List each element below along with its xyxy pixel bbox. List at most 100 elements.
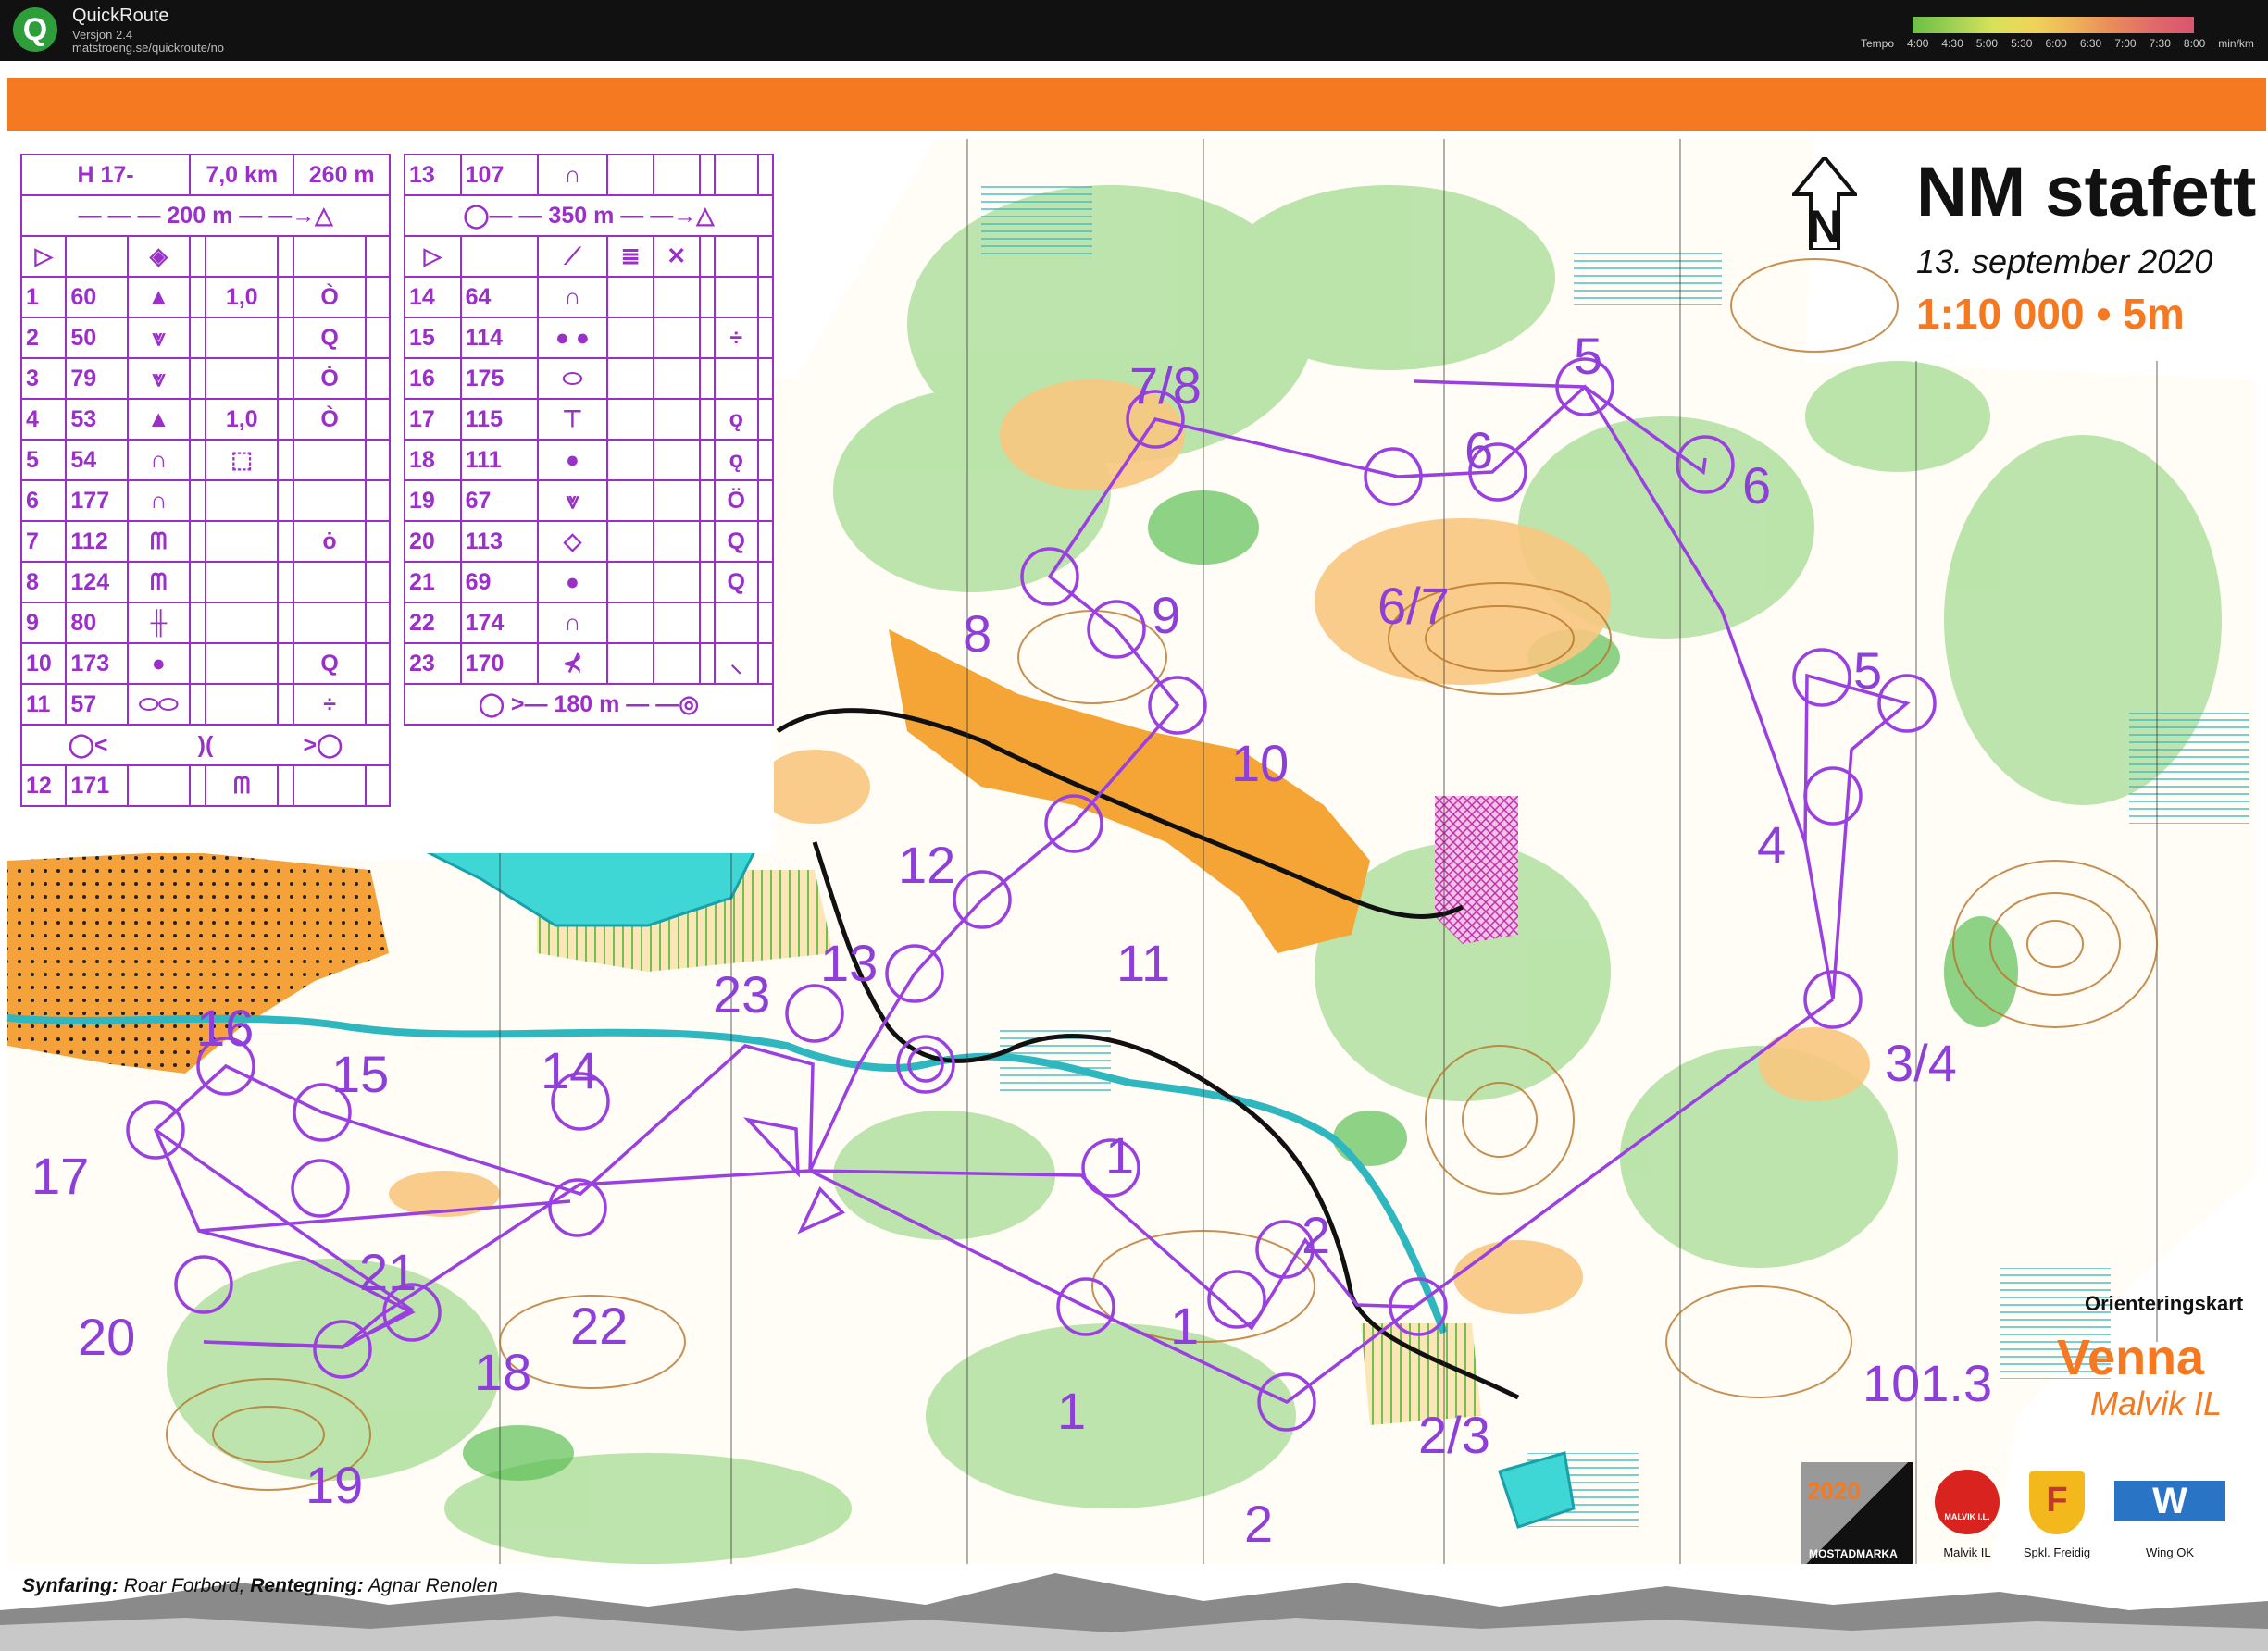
- control-number: 10: [19, 642, 68, 685]
- control-label: 17: [31, 1147, 89, 1205]
- control-label: 3/4: [1885, 1034, 1957, 1092]
- control-feature-icon: ⊤: [536, 398, 609, 441]
- control-location-icon: ǫ: [713, 398, 759, 441]
- control-number: 3: [19, 357, 68, 400]
- wing-badge: W: [2152, 1481, 2187, 1521]
- tempo-tick: 4:30: [1941, 37, 1963, 50]
- control-location-icon: ǫ: [713, 439, 759, 481]
- control-location-icon: Q: [293, 642, 367, 685]
- quickroute-logo-icon: Q: [13, 7, 57, 52]
- control-row: 10 173 ● Q: [19, 642, 392, 685]
- control-location-icon: Ö: [713, 479, 759, 522]
- control-code: 107: [459, 154, 539, 196]
- start-feature-icon: ◈: [126, 235, 192, 278]
- control-label: 1: [1057, 1382, 1086, 1440]
- control-dimension: [205, 357, 280, 400]
- app-titlebar: Q QuickRoute Versjon 2.4 matstroeng.se/q…: [0, 0, 2268, 61]
- map-header-band: [7, 78, 2266, 131]
- control-code: 173: [65, 642, 129, 685]
- tempo-tick: 6:00: [2045, 37, 2067, 50]
- control-description-left: H 17- 7,0 km 260 m — — — 200 m — —→△ ▷ ◈ …: [19, 154, 392, 807]
- north-label: N: [1808, 201, 1841, 250]
- control-number: 12: [19, 764, 68, 807]
- start-triangle-icon: ▷: [404, 235, 462, 278]
- tempo-tick: 5:00: [1975, 37, 1999, 50]
- app-url[interactable]: matstroeng.se/quickroute/no: [72, 41, 224, 55]
- credits-name-1: Roar Forbord,: [123, 1575, 245, 1596]
- control-code: 114: [459, 317, 539, 359]
- control-number: 1: [19, 276, 68, 318]
- control-label: 23: [713, 965, 770, 1024]
- control-label: 4: [1757, 815, 1786, 874]
- control-dimension: 1,0: [205, 276, 280, 318]
- control-code: 69: [459, 561, 539, 603]
- control-label: 20: [78, 1308, 135, 1366]
- control-number: 18: [404, 439, 462, 481]
- tempo-tick: 7:30: [2149, 37, 2171, 50]
- control-dimension: [205, 602, 280, 644]
- map-name: Venna: [2057, 1330, 2205, 1385]
- map-date: 13. september 2020: [1916, 242, 2213, 280]
- marked-route-circle-icon: ◯— —: [463, 203, 549, 229]
- control-location-icon: Q: [713, 561, 759, 603]
- control-row: 16 175 ⬭: [404, 357, 775, 400]
- control-label: 18: [474, 1343, 531, 1401]
- crossing-icon: ⟋: [536, 235, 609, 278]
- radio-frequency: 101.3: [1863, 1354, 1993, 1412]
- club-name: Malvik IL: [2090, 1384, 2223, 1422]
- nmuka-caption: MOSTADMARKA: [1809, 1547, 1898, 1560]
- control-label: 10: [1231, 734, 1289, 792]
- control-label: 6/7: [1377, 577, 1450, 635]
- control-location-icon: [293, 602, 367, 644]
- map-exchange-row: ◯< )( >◯: [20, 724, 391, 766]
- tempo-tick: 7:00: [2114, 37, 2137, 50]
- control-label: 2/3: [1418, 1406, 1490, 1464]
- control-number: 16: [404, 357, 462, 400]
- control-location-icon: ȯ: [293, 520, 367, 563]
- control-feature-icon: ⩔: [126, 357, 192, 400]
- control-feature-icon: ⬭⬭: [126, 683, 192, 726]
- tempo-tick: 8:00: [2183, 37, 2206, 50]
- control-code: 80: [65, 602, 129, 644]
- control-code: 50: [65, 317, 129, 359]
- control-row: 9 80 ╫: [19, 602, 392, 644]
- control-label: 5: [1574, 327, 1602, 385]
- control-label: 19: [305, 1456, 363, 1514]
- start-triangle-icon: ▷: [19, 235, 68, 278]
- control-row: 15 114 ● ● ÷: [404, 317, 775, 359]
- marked-route-distance: 350 m: [548, 203, 615, 229]
- control-feature-icon: ▲: [126, 398, 192, 441]
- control-code: 124: [65, 561, 129, 603]
- control-label: 1: [1170, 1297, 1199, 1355]
- control-code: 67: [459, 479, 539, 522]
- control-code: 79: [65, 357, 129, 400]
- control-dimension: [205, 317, 280, 359]
- control-number: 8: [19, 561, 68, 603]
- control-feature-icon: ● ●: [536, 317, 609, 359]
- malvik-il-caption: Malvik IL: [1943, 1545, 1991, 1559]
- map-scale: 1:10 000 • 5m: [1916, 290, 2185, 338]
- control-number: 20: [404, 520, 462, 563]
- control-feature-icon: ∩: [536, 602, 609, 644]
- control-dimension: [205, 561, 280, 603]
- tempo-color-scale: [1913, 17, 2194, 33]
- tempo-legend: Tempo 4:00 4:30 5:00 5:30 6:00 6:30 7:00 7:30 8:0…: [1861, 37, 2267, 50]
- control-label: 1: [1105, 1126, 1134, 1185]
- control-label: 13: [820, 934, 878, 992]
- control-row: 11 57 ⬭⬭ ÷: [19, 683, 392, 726]
- map-title: NM stafett: [1916, 153, 2257, 231]
- control-number: 22: [404, 602, 462, 644]
- nmuka-year: 2020: [1807, 1477, 1861, 1505]
- control-code: 171: [65, 764, 129, 807]
- control-description-panel: H 17- 7,0 km 260 m — — — 200 m — —→△ ▷ ◈ …: [19, 150, 775, 853]
- control-number: 15: [404, 317, 462, 359]
- marked-route-arrow-icon: — —→△: [614, 203, 715, 229]
- marked-route-distance: 200 m: [167, 203, 233, 229]
- finish-route-distance: 180 m: [554, 691, 620, 717]
- tempo-tick: 5:30: [2011, 37, 2033, 50]
- spkl-freidig-caption: Spkl. Freidig: [2023, 1545, 2091, 1559]
- malvik-il-logo: MALVIK I.L.: [1935, 1470, 2000, 1534]
- control-location-icon: [713, 276, 759, 318]
- control-label: 9: [1152, 586, 1180, 644]
- control-label: 16: [196, 999, 254, 1057]
